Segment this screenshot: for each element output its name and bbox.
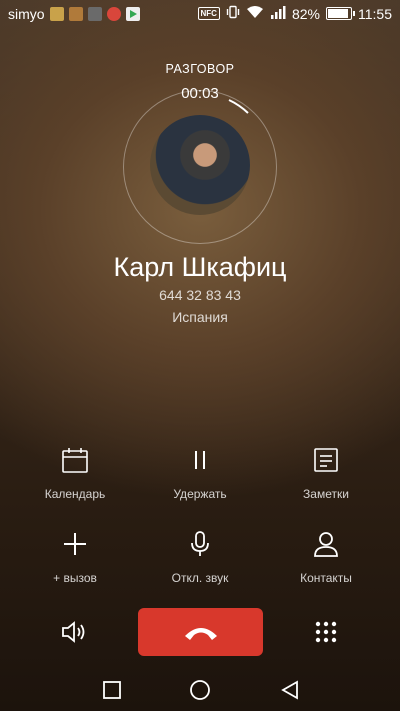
caller-location: Испания xyxy=(172,309,228,325)
speaker-icon xyxy=(62,621,85,643)
calendar-icon xyxy=(15,443,135,477)
pause-icon xyxy=(140,443,260,477)
status-bar: simyo NFC 82% 11:55 xyxy=(0,0,400,28)
home-button[interactable] xyxy=(188,678,212,702)
add-call-button[interactable]: + вызов xyxy=(15,527,135,585)
contact-name: Карл Шкафиц xyxy=(113,252,287,282)
nfc-icon: NFC xyxy=(197,7,220,20)
square-icon xyxy=(103,681,121,699)
signal-icon xyxy=(270,5,286,22)
calendar-label: Календарь xyxy=(44,487,106,501)
keypad-button[interactable] xyxy=(312,618,340,646)
calendar-button[interactable]: Календарь xyxy=(15,443,135,501)
dialpad-icon xyxy=(315,621,337,643)
triangle-back-icon xyxy=(281,680,298,700)
play-store-icon xyxy=(126,7,140,21)
circle-icon xyxy=(190,680,210,700)
hold-button[interactable]: Удержать xyxy=(140,443,260,501)
gallery-icon xyxy=(69,7,83,21)
music-app-icon xyxy=(50,7,64,21)
battery-percent: 82% xyxy=(291,5,320,22)
end-call-icon xyxy=(184,628,217,640)
battery-icon xyxy=(326,7,355,20)
contacts-label: Контакты xyxy=(300,571,352,585)
speaker-button[interactable] xyxy=(58,618,90,646)
end-call-button[interactable] xyxy=(138,608,263,656)
call-state-label: РАЗГОВОР xyxy=(165,62,235,76)
notes-icon xyxy=(266,443,386,477)
notification-icons xyxy=(50,7,140,21)
google-plus-icon xyxy=(107,7,121,21)
notes-label: Заметки xyxy=(303,487,349,501)
clock: 11:55 xyxy=(358,5,392,22)
notes-button[interactable]: Заметки xyxy=(266,443,386,501)
wifi-icon xyxy=(246,5,264,22)
photo-icon xyxy=(88,7,102,21)
person-icon xyxy=(266,527,386,561)
contact-avatar xyxy=(150,115,250,215)
navigation-bar xyxy=(0,668,400,711)
contacts-button[interactable]: Контакты xyxy=(266,527,386,585)
add-call-label: + вызов xyxy=(53,571,97,585)
recents-button[interactable] xyxy=(100,678,124,702)
mute-button[interactable]: Откл. звук xyxy=(140,527,260,585)
carrier-name: simyo xyxy=(8,6,45,22)
phone-number: 644 32 83 43 xyxy=(159,287,241,303)
microphone-icon xyxy=(140,527,260,561)
mute-label: Откл. звук xyxy=(171,571,229,585)
vibrate-icon xyxy=(226,5,240,22)
hold-label: Удержать xyxy=(173,487,227,501)
plus-icon xyxy=(15,527,135,561)
back-button[interactable] xyxy=(278,678,302,702)
